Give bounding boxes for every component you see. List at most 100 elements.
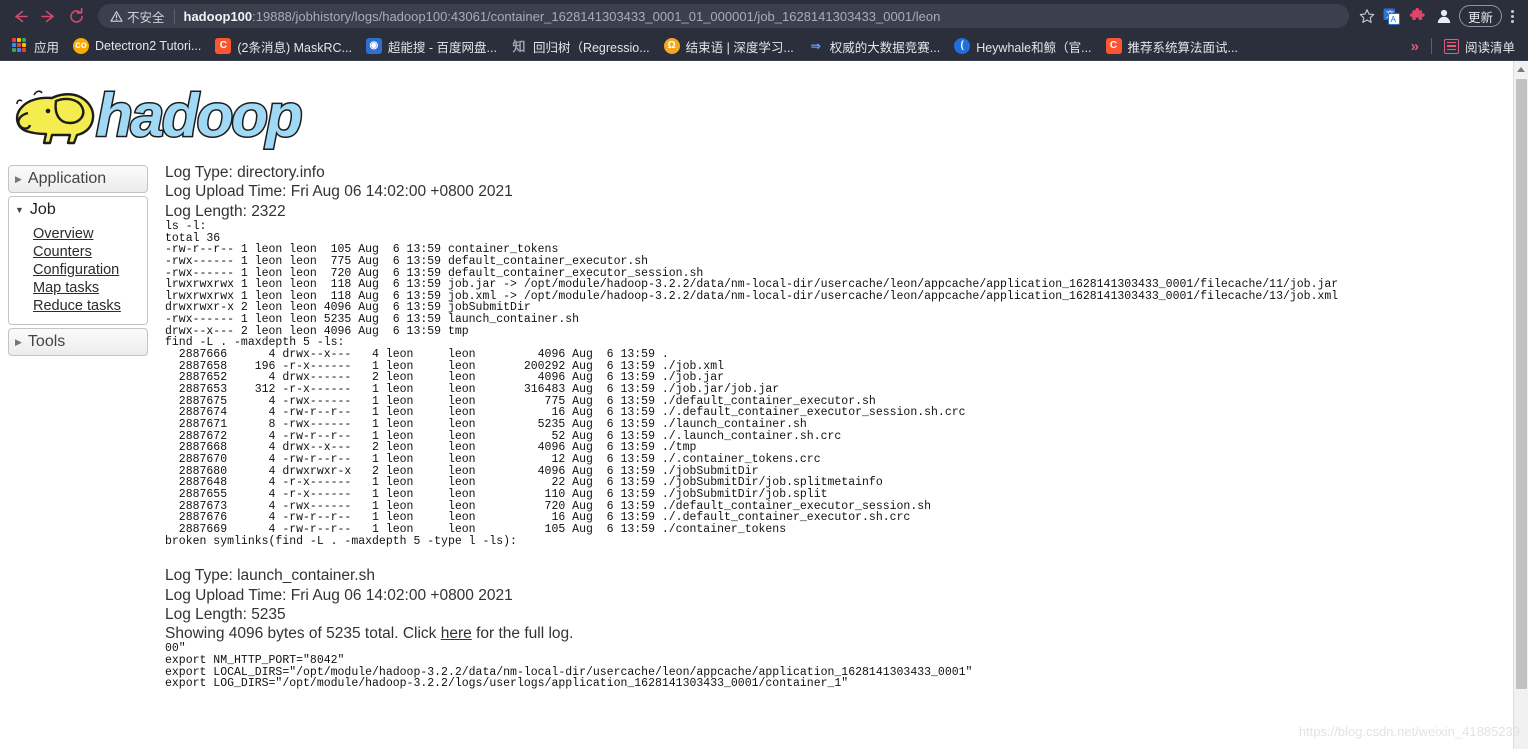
zhihu-icon: 知 — [512, 38, 526, 54]
log-type-line: Log Type: directory.info — [165, 164, 325, 181]
bookmark-label: Heywhale和鲸（官... — [976, 40, 1092, 55]
log-type-line: Log Type: launch_container.sh — [165, 567, 375, 585]
profile-avatar-button[interactable] — [1431, 3, 1457, 29]
back-button[interactable] — [6, 2, 34, 30]
translate-extension-button[interactable]: 文 A — [1379, 3, 1405, 29]
sidebar-section-job-header[interactable]: ▼ Job — [9, 197, 147, 224]
reading-list-button[interactable]: 阅读清单 — [1436, 37, 1523, 56]
bookmark-label: 权威的大数据竞赛... — [829, 40, 941, 55]
csdn-icon: C — [215, 38, 232, 54]
page-content: hadoop ▶ Application ▼ Job Overview Coun… — [0, 61, 1513, 749]
translate-icon: 文 A — [1383, 8, 1401, 25]
log-upload-time-line: Log Upload Time: Fri Aug 06 14:02:00 +08… — [165, 183, 513, 201]
security-chip[interactable]: 不安全 — [110, 7, 165, 26]
kebab-dot — [1510, 9, 1514, 13]
url-host: hadoop100 — [183, 8, 253, 24]
truncation-prefix: Showing 4096 bytes of 5235 total. Click — [165, 625, 441, 643]
sidebar-section-application[interactable]: ▶ Application — [8, 165, 148, 193]
svg-text:A: A — [1391, 15, 1397, 24]
caret-up-icon — [1517, 66, 1525, 72]
log-truncation-notice: Showing 4096 bytes of 5235 total. Click … — [165, 624, 1513, 643]
bookmark-label: (2条消息) MaskRC... — [237, 40, 352, 55]
log-length-line: Log Length: 2322 — [165, 202, 286, 220]
log-body-text: ls -l: total 36 -rw-r--r-- 1 leon leon 1… — [165, 219, 1339, 548]
vertical-scrollbar[interactable] — [1513, 61, 1528, 749]
full-log-link[interactable]: here — [441, 625, 472, 642]
sidebar-section-job: ▼ Job Overview Counters Configuration Ma… — [8, 196, 148, 325]
star-icon — [1359, 9, 1375, 23]
bookmark-detectron2[interactable]: co Detectron2 Tutori... — [66, 34, 208, 58]
body-columns: ▶ Application ▼ Job Overview Counters Co… — [0, 157, 1513, 690]
omnibox-divider — [173, 8, 175, 24]
sidebar-section-label: Application — [27, 170, 107, 187]
log-upload-time-line: Log Upload Time: Fri Aug 06 14:02:00 +08… — [165, 586, 513, 604]
back-arrow-icon — [14, 10, 28, 22]
bookmark-label: 推荐系统算法面试... — [1127, 40, 1238, 55]
log-section-launch-container: Log Type: launch_container.sh Log Upload… — [165, 566, 1513, 690]
search-blue-icon: ◉ — [365, 38, 382, 54]
bookmark-label: Detectron2 Tutori... — [95, 39, 202, 53]
bookmark-regression-tree[interactable]: 知 回归树（Regressio... — [504, 34, 657, 58]
scrollbar-thumb[interactable] — [1516, 79, 1527, 689]
sidebar-item-map-tasks[interactable]: Map tasks — [33, 280, 147, 297]
log-length-line: Log Length: 5235 — [165, 605, 286, 623]
security-label: 不安全 — [127, 10, 165, 25]
svg-text:hadoop: hadoop — [96, 82, 301, 149]
warning-triangle-icon — [110, 10, 123, 22]
update-button[interactable]: 更新 — [1458, 5, 1502, 27]
geekbang-icon: Ω — [663, 38, 680, 54]
page-viewport: hadoop ▶ Application ▼ Job Overview Coun… — [0, 61, 1528, 749]
sidebar-item-overview[interactable]: Overview — [33, 226, 147, 243]
scroll-up-button[interactable] — [1514, 61, 1528, 77]
reading-list-icon — [1443, 38, 1459, 54]
colab-icon: co — [73, 38, 90, 54]
avatar-icon — [1437, 9, 1451, 23]
bookmark-heywhale[interactable]: ( Heywhale和鲸（官... — [947, 34, 1098, 58]
extensions-button[interactable] — [1405, 3, 1431, 29]
bookmark-star-button[interactable] — [1355, 2, 1379, 30]
log-content: Log Type: directory.info Log Upload Time… — [148, 157, 1513, 690]
bookmark-maskrcnn[interactable]: C (2条消息) MaskRC... — [208, 34, 359, 58]
bookmark-label: 应用 — [34, 40, 60, 55]
puzzle-piece-icon — [1410, 7, 1426, 20]
kebab-dot — [1510, 19, 1514, 23]
sidebar-item-counters[interactable]: Counters — [33, 244, 147, 261]
sidebar-nav: ▶ Application ▼ Job Overview Counters Co… — [0, 157, 148, 359]
url-path: :19888/jobhistory/logs/hadoop100:43061/c… — [252, 8, 941, 24]
forward-arrow-icon — [40, 10, 54, 22]
sidebar-item-reduce-tasks[interactable]: Reduce tasks — [33, 298, 147, 315]
chevron-right-icon: ▶ — [15, 173, 22, 184]
bookmark-baidu-pan[interactable]: ◉ 超能搜 - 百度网盘... — [359, 34, 504, 58]
chevron-down-icon: ▼ — [15, 204, 24, 215]
bookmark-deeplearning[interactable]: Ω 结束语 | 深度学习... — [657, 34, 801, 58]
forward-button[interactable] — [34, 2, 62, 30]
browser-toolbar: 不安全 hadoop100:19888/jobhistory/logs/hado… — [0, 0, 1528, 32]
bookmark-recsys-interview[interactable]: C 推荐系统算法面试... — [1099, 34, 1245, 58]
bookmarks-bar: 应用 co Detectron2 Tutori... C (2条消息) Mask… — [0, 32, 1528, 61]
hadoop-logo-header: hadoop — [0, 61, 1513, 157]
bookmarks-overflow-button[interactable]: » — [1403, 38, 1427, 55]
bookmark-label: 结束语 | 深度学习... — [685, 40, 794, 55]
ddc-icon: ⇒ — [810, 39, 821, 53]
sidebar-section-label: Tools — [27, 333, 66, 350]
reload-button[interactable] — [62, 2, 90, 30]
bookmarks-separator — [1430, 38, 1432, 54]
reload-icon — [69, 7, 83, 23]
sidebar-item-configuration[interactable]: Configuration — [33, 262, 147, 279]
log-section-gap — [165, 547, 1513, 566]
sidebar-job-links: Overview Counters Configuration Map task… — [9, 224, 147, 324]
browser-menu-button[interactable] — [1502, 3, 1522, 29]
kebab-dot — [1510, 14, 1514, 18]
log-body-text: 00" export NM_HTTP_PORT="8042" export LO… — [165, 642, 973, 691]
bookmark-apps[interactable]: 应用 — [5, 34, 66, 58]
browser-chrome: 不安全 hadoop100:19888/jobhistory/logs/hado… — [0, 0, 1528, 61]
heywhale-icon: ( — [954, 38, 971, 54]
bookmark-bigdata-contest[interactable]: ⇒ 权威的大数据竞赛... — [801, 34, 947, 58]
chevron-right-icon: ▶ — [15, 336, 22, 347]
bookmark-label: 超能搜 - 百度网盘... — [387, 40, 497, 55]
bookmark-label: 回归树（Regressio... — [532, 40, 650, 55]
sidebar-section-tools[interactable]: ▶ Tools — [8, 328, 148, 356]
address-bar[interactable]: 不安全 hadoop100:19888/jobhistory/logs/hado… — [98, 4, 1349, 28]
reading-list-label: 阅读清单 — [1464, 40, 1515, 55]
csdn-icon: C — [1105, 38, 1122, 54]
